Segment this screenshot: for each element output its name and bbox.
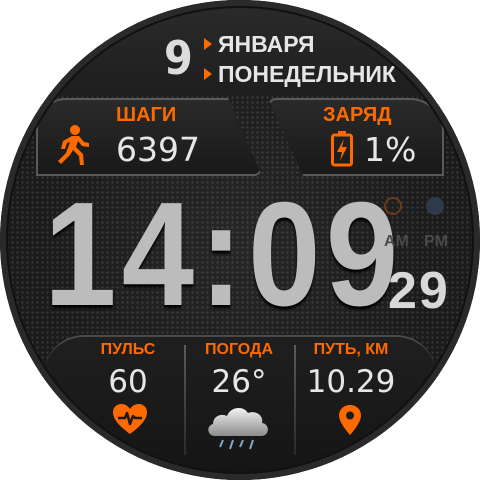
heart-rate-icon[interactable] [112,403,148,435]
pulse-label: ПУЛЬС [100,341,156,358]
location-pin-icon[interactable] [338,404,362,436]
pm-indicator: PM [424,233,448,250]
time-display: 14:09 [44,172,404,337]
steps-value: 6397 [116,130,200,169]
divider [294,345,296,455]
distance-value: 10.29 [306,364,396,400]
battery-charging-icon [331,131,353,167]
pulse-value: 60 [108,364,148,400]
sync-icon [426,197,444,215]
date-month: ЯНВАРЯ [204,31,315,57]
date-weekday: ПОНЕДЕЛЬНИК [204,61,396,87]
running-man-icon [58,125,89,165]
rain-cloud-icon[interactable] [205,402,271,454]
battery-value: 1% [364,130,417,169]
battery-label: ЗАРЯД [323,104,392,126]
weekday-label: ПОНЕДЕЛЬНИК [218,61,396,87]
am-indicator: AM [384,233,409,250]
weather-label: ПОГОДА [205,341,273,358]
date-day: 9 [164,31,193,85]
weather-value: 26° [211,364,267,400]
divider [184,345,186,455]
distance-label: ПУТЬ, КМ [313,341,389,358]
month-label: ЯНВАРЯ [218,31,315,57]
triangle-marker-icon [204,38,212,50]
alarm-icon [384,197,402,215]
steps-label: ШАГИ [116,104,177,126]
triangle-marker-icon [204,68,212,80]
seconds-display: 29 [388,262,450,320]
watch-face: 9 ЯНВАРЯ ПОНЕДЕЛЬНИК ШАГИ 6397 ЗАРЯД 1% … [0,0,480,480]
